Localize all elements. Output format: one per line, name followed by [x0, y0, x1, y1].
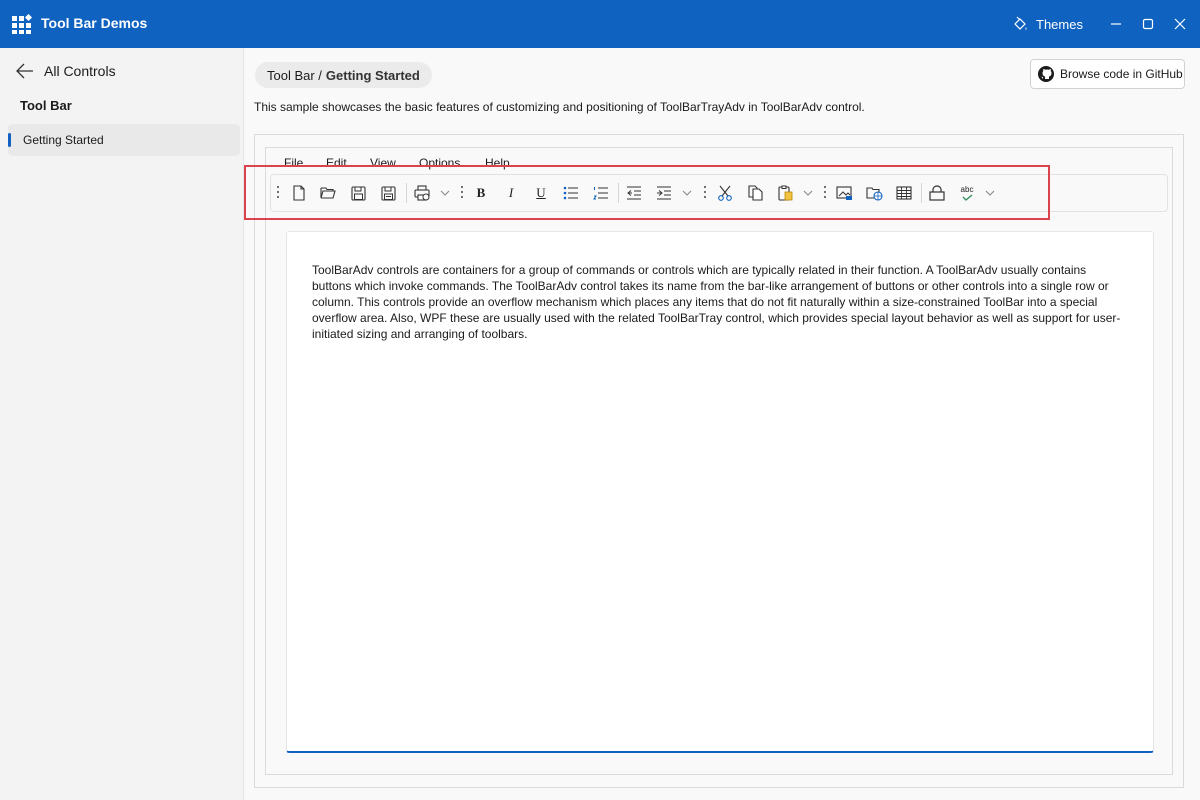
toolbar-highlight-box [244, 165, 1050, 220]
app-title: Tool Bar Demos [41, 15, 148, 31]
paint-bucket-icon [1014, 16, 1027, 30]
themes-button[interactable]: Themes [1012, 14, 1083, 34]
title-bar: Tool Bar Demos Themes [0, 0, 1200, 48]
sample-description: This sample showcases the basic features… [254, 100, 865, 114]
rich-text-editor[interactable]: ToolBarAdv controls are containers for a… [286, 231, 1154, 753]
back-arrow-icon [16, 63, 33, 79]
sidebar-item-getting-started[interactable]: Getting Started [8, 124, 240, 156]
breadcrumb: Tool Bar / Getting Started [255, 62, 432, 88]
minimize-button[interactable] [1104, 12, 1128, 36]
close-button[interactable] [1168, 12, 1192, 36]
github-icon [1038, 66, 1054, 82]
sidebar: All Controls Tool Bar Getting Started [0, 48, 244, 800]
sidebar-heading: Tool Bar [20, 98, 72, 113]
browse-github-button[interactable]: Browse code in GitHub [1030, 59, 1185, 89]
github-label: Browse code in GitHub [1060, 67, 1183, 81]
back-label: All Controls [44, 63, 116, 79]
sidebar-item-label: Getting Started [23, 133, 104, 147]
back-to-all-controls[interactable]: All Controls [16, 60, 116, 82]
themes-label: Themes [1036, 16, 1083, 32]
minimize-icon [1111, 23, 1121, 25]
close-icon [1174, 18, 1186, 30]
selection-indicator [8, 133, 11, 147]
breadcrumb-current: Getting Started [325, 67, 420, 83]
maximize-icon [1142, 18, 1154, 30]
editor-content[interactable]: ToolBarAdv controls are containers for a… [312, 262, 1127, 342]
breadcrumb-parent[interactable]: Tool Bar / [267, 68, 322, 83]
app-grid-icon [12, 14, 32, 34]
maximize-button[interactable] [1136, 12, 1160, 36]
